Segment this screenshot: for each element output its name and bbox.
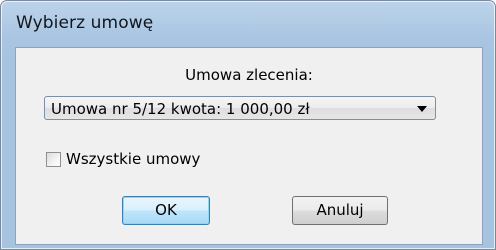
dialog-window: Wybierz umowę Umowa zlecenia: Umowa nr 5… (0, 0, 496, 250)
contract-dropdown-value: Umowa nr 5/12 kwota: 1 000,00 zł (51, 100, 310, 118)
cancel-button[interactable]: Anuluj (292, 196, 388, 225)
contract-label: Umowa zlecenia: (185, 66, 313, 84)
title-bar[interactable]: Wybierz umowę (1, 1, 495, 47)
dialog-body: Umowa zlecenia: Umowa nr 5/12 kwota: 1 0… (15, 47, 483, 245)
window-title: Wybierz umowę (16, 13, 154, 33)
all-contracts-checkbox[interactable] (46, 152, 61, 167)
all-contracts-label[interactable]: Wszystkie umowy (66, 150, 200, 168)
contract-dropdown[interactable]: Umowa nr 5/12 kwota: 1 000,00 zł (44, 96, 436, 120)
chevron-down-icon[interactable] (417, 106, 427, 112)
ok-button[interactable]: OK (122, 196, 210, 225)
